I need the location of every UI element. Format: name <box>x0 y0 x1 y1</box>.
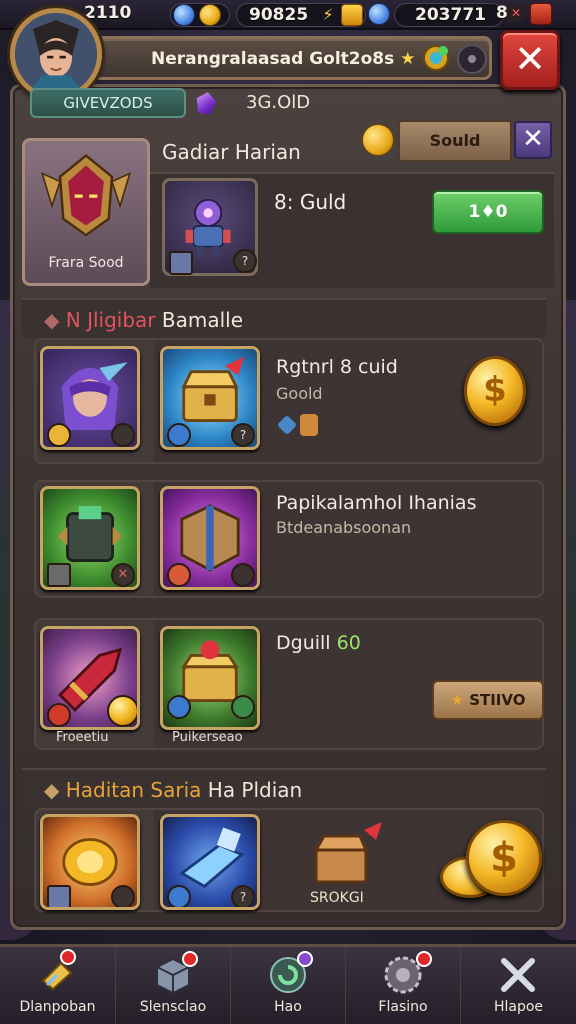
hero-portrait-icon <box>15 13 97 95</box>
cross-badge-icon: ✕ <box>111 563 135 587</box>
player-avatar[interactable] <box>10 8 102 100</box>
currency-pill-gems <box>170 3 230 27</box>
slot-caption: Froeetiu <box>56 730 109 745</box>
nav-item-flasino[interactable]: Flasino <box>345 947 460 1024</box>
lightning-icon: ⚡ <box>322 5 334 24</box>
coin-badge-icon <box>107 695 137 727</box>
item-slot-gift[interactable] <box>160 626 260 730</box>
nav-item-hao[interactable]: Hao <box>230 947 345 1024</box>
slot-caption: Puikerseao <box>172 730 243 745</box>
buy-button[interactable]: 1♦0 <box>432 190 544 234</box>
row-title: Dguill 60 <box>276 632 361 654</box>
featured-portrait-label: Frara Sood <box>48 255 124 271</box>
star-icon: ★ <box>400 49 416 69</box>
featured-portrait[interactable]: Frara Sood <box>22 138 150 286</box>
energy-add-icon[interactable] <box>530 3 552 25</box>
gem-badge-icon <box>167 695 191 719</box>
gold-coin-icon <box>199 4 221 26</box>
helmet-crest-icon <box>40 154 132 237</box>
nav-item-slensclao[interactable]: Slensclao <box>115 947 230 1024</box>
shop-title: Nerangralaasad Golt2o8s ★ <box>151 49 416 69</box>
rarity-badge-icon <box>47 885 71 907</box>
chest-caption: SROKGI <box>310 890 364 906</box>
header-banner: Nerangralaasad Golt2o8s ★ <box>92 36 492 80</box>
treasure-chest-icon <box>313 822 382 884</box>
star-badge-icon <box>47 423 71 447</box>
featured-item-slot[interactable]: ? <box>162 178 258 276</box>
gold-coin-large-icon: $ <box>466 820 542 896</box>
player-level: 2110 <box>84 3 132 23</box>
item-slot-crystal[interactable]: ? <box>160 814 260 910</box>
info-badge-icon: ? <box>231 885 255 907</box>
item-slot-weapon[interactable] <box>40 626 140 730</box>
nav-label: Slensclao <box>139 999 207 1015</box>
coin-badge-icon <box>231 563 255 587</box>
notification-badge <box>182 951 198 967</box>
blue-orb-icon <box>368 3 390 25</box>
featured-title: Gadiar Harian <box>162 140 301 164</box>
rarity-badge-icon <box>47 703 71 727</box>
nav-label: Hao <box>274 999 302 1015</box>
tab-giveaways[interactable]: GIVEVZODS <box>30 88 186 118</box>
small-chest-icon <box>300 414 318 436</box>
crossed-swords-icon <box>501 958 535 992</box>
featured-price: 8: Guld <box>274 190 347 214</box>
heart-icon: ✕ <box>507 4 525 22</box>
gem-badge-icon <box>167 885 191 907</box>
gold-coin-reward-icon: $ <box>464 356 526 426</box>
bottom-navigation: Dlanpoban Slensclao Hao Flasino Hlapoe <box>0 944 576 1024</box>
upgrade-badge-icon <box>231 695 255 719</box>
gold-balance-label: 3G.OlD <box>246 92 311 113</box>
nav-label: Hlapoe <box>493 999 544 1015</box>
gold-currency-amount: 203771 <box>415 5 486 25</box>
section-two-icon: ◆ <box>44 778 60 802</box>
notification-badge <box>60 949 76 965</box>
settings-knob[interactable] <box>457 44 487 74</box>
blue-gem-icon <box>173 4 195 26</box>
star-icon: ★ <box>450 691 464 709</box>
notification-badge <box>416 951 432 967</box>
coin-badge-icon <box>111 885 135 907</box>
row-subtitle: Goold <box>276 384 323 403</box>
section-one-title: ◆ N Jligibar Bamalle <box>44 308 244 332</box>
coin-badge-icon <box>111 423 135 447</box>
item-slot-box[interactable] <box>160 486 260 590</box>
fire-badge-icon <box>167 563 191 587</box>
close-button[interactable]: ✕ <box>500 30 560 90</box>
blue-currency-amount: 90825 <box>249 5 309 25</box>
nav-item-hlapoe[interactable]: Hlapoe <box>460 947 576 1024</box>
item-slot-chest[interactable]: ? <box>160 346 260 450</box>
currency-pill-gold[interactable]: 203771 <box>394 3 504 27</box>
gear-gem-icon <box>423 45 449 71</box>
nav-label: Dlanpoban <box>19 999 96 1015</box>
nav-label: Flasino <box>378 999 428 1015</box>
notification-badge <box>297 951 313 967</box>
currency-pill-blue[interactable]: 90825 ⚡ <box>236 3 366 27</box>
gold-bag-icon <box>341 4 363 26</box>
item-slot-coins[interactable] <box>40 814 140 910</box>
row-title: Papikalamhol Ihanias <box>276 492 477 514</box>
section-one-icon: ◆ <box>44 308 60 332</box>
row-subtitle: Btdeanabsoonan <box>276 518 412 537</box>
info-badge-icon: ? <box>231 423 255 447</box>
info-badge-icon: ? <box>233 249 257 273</box>
rarity-icon <box>169 251 193 275</box>
row-title: Rgtnrl 8 cuid <box>276 356 398 378</box>
gem-badge-icon <box>167 423 191 447</box>
item-slot-armor[interactable]: ✕ <box>40 486 140 590</box>
section-two-title: ◆ Haditan Saria Ha Pldian <box>44 778 303 802</box>
item-slot-hero[interactable] <box>40 346 140 450</box>
nav-item-dlanpoban[interactable]: Dlanpoban <box>0 947 115 1024</box>
sword-badge-icon <box>47 563 71 587</box>
store-button[interactable]: ★ STIIVO <box>432 680 544 720</box>
